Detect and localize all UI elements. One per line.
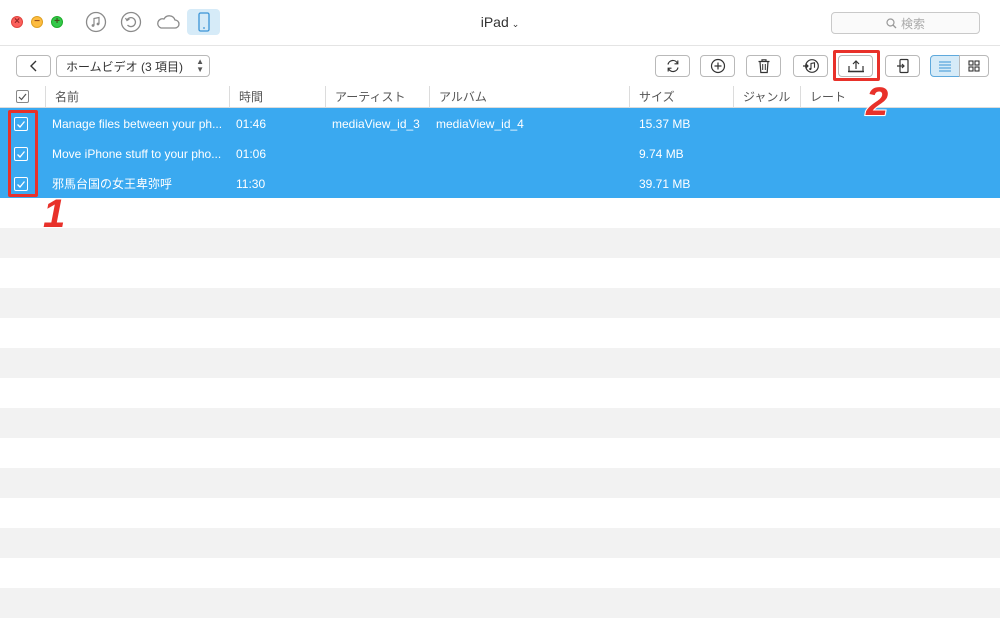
title-bar: × − + iPad ⌄ 検索: [0, 0, 1000, 46]
empty-row: [0, 498, 1000, 528]
add-icon: [710, 58, 725, 74]
search-icon: [886, 17, 897, 28]
cell-album: [436, 138, 626, 168]
grid-view-icon: [968, 60, 980, 72]
cell-time: 01:06: [236, 147, 267, 161]
empty-row: [0, 198, 1000, 228]
empty-row: [0, 438, 1000, 468]
list-view-icon: [939, 61, 951, 72]
table-row[interactable]: Manage files between your ph... 01:46 me…: [0, 108, 1000, 138]
file-list: Manage files between your ph... 01:46 me…: [0, 108, 1000, 620]
send-to-device-icon: [896, 58, 909, 74]
list-view-button[interactable]: [930, 55, 960, 77]
cell-artist: [332, 138, 428, 168]
device-title[interactable]: iPad ⌄: [470, 14, 530, 30]
to-itunes-icon: [802, 59, 819, 73]
send-to-device-button[interactable]: [885, 55, 920, 77]
chevron-down-icon: ⌄: [511, 19, 520, 29]
empty-row: [0, 228, 1000, 258]
itunes-icon[interactable]: [84, 10, 108, 34]
to-itunes-button[interactable]: [793, 55, 828, 77]
cell-time: 01:46: [236, 117, 267, 131]
maximize-window-button[interactable]: +: [51, 16, 63, 28]
cell-size: 9.74 MB: [639, 147, 684, 161]
empty-row: [0, 588, 1000, 618]
cell-album: mediaView_id_4: [436, 117, 524, 131]
column-header-name[interactable]: 名前: [45, 86, 229, 108]
refresh-button[interactable]: [655, 55, 690, 77]
column-header-rate[interactable]: レート: [800, 86, 1000, 108]
cell-album: [436, 168, 626, 198]
empty-row: [0, 468, 1000, 498]
column-header-album[interactable]: アルバム: [429, 86, 629, 108]
search-placeholder: 検索: [900, 16, 925, 31]
refresh-icon: [666, 59, 679, 73]
table-header: 名前 時間 アーティスト アルバム サイズ ジャンル レート: [0, 86, 1000, 108]
updown-chevron-icon: ▲ ▼: [196, 57, 204, 74]
select-all-column: [0, 86, 45, 108]
device-title-label: iPad: [480, 14, 509, 30]
folder-select[interactable]: ホームビデオ (3 項目) ▲ ▼: [56, 55, 210, 77]
step-2-label: 2: [865, 79, 889, 125]
column-header-genre[interactable]: ジャンル: [733, 86, 800, 108]
empty-row: [0, 258, 1000, 288]
ipad-icon[interactable]: [187, 9, 220, 35]
empty-row: [0, 408, 1000, 438]
empty-row: [0, 528, 1000, 558]
icloud-icon[interactable]: [153, 10, 183, 34]
trash-icon: [758, 59, 769, 74]
column-header-artist[interactable]: アーティスト: [325, 86, 429, 108]
table-row[interactable]: Move iPhone stuff to your pho... 01:06 9…: [0, 138, 1000, 168]
select-all-checkbox[interactable]: [16, 90, 29, 103]
backup-icon[interactable]: [119, 10, 143, 34]
checkmark-icon: [18, 93, 27, 100]
empty-row: [0, 318, 1000, 348]
empty-row: [0, 288, 1000, 318]
empty-row: [0, 348, 1000, 378]
cell-size: 39.71 MB: [639, 177, 691, 191]
back-button[interactable]: [16, 55, 51, 77]
cell-name: Move iPhone stuff to your pho...: [52, 147, 222, 161]
add-button[interactable]: [700, 55, 735, 77]
delete-button[interactable]: [746, 55, 781, 77]
column-header-size[interactable]: サイズ: [629, 86, 733, 108]
chevron-left-icon: [29, 60, 36, 72]
highlight-checkboxes: [8, 110, 38, 197]
minimize-window-button[interactable]: −: [31, 16, 43, 28]
table-row[interactable]: 邪馬台国の女王卑弥呼 11:30 39.71 MB: [0, 168, 1000, 198]
cell-size: 15.37 MB: [639, 117, 691, 131]
step-1-label: 1: [42, 191, 66, 237]
cell-time: 11:30: [236, 177, 266, 191]
empty-row: [0, 378, 1000, 408]
highlight-export-button: [833, 50, 880, 81]
search-input[interactable]: 検索: [831, 12, 980, 34]
cell-name: 邪馬台国の女王卑弥呼: [52, 177, 173, 191]
empty-row: [0, 558, 1000, 588]
close-window-button[interactable]: ×: [11, 16, 23, 28]
cell-artist: [332, 168, 428, 198]
grid-view-button[interactable]: [959, 55, 989, 77]
cell-name: Manage files between your ph...: [52, 117, 223, 131]
column-header-time[interactable]: 時間: [229, 86, 325, 108]
folder-select-label: ホームビデオ (3 項目): [66, 59, 183, 74]
cell-artist: mediaView_id_3: [332, 117, 420, 131]
